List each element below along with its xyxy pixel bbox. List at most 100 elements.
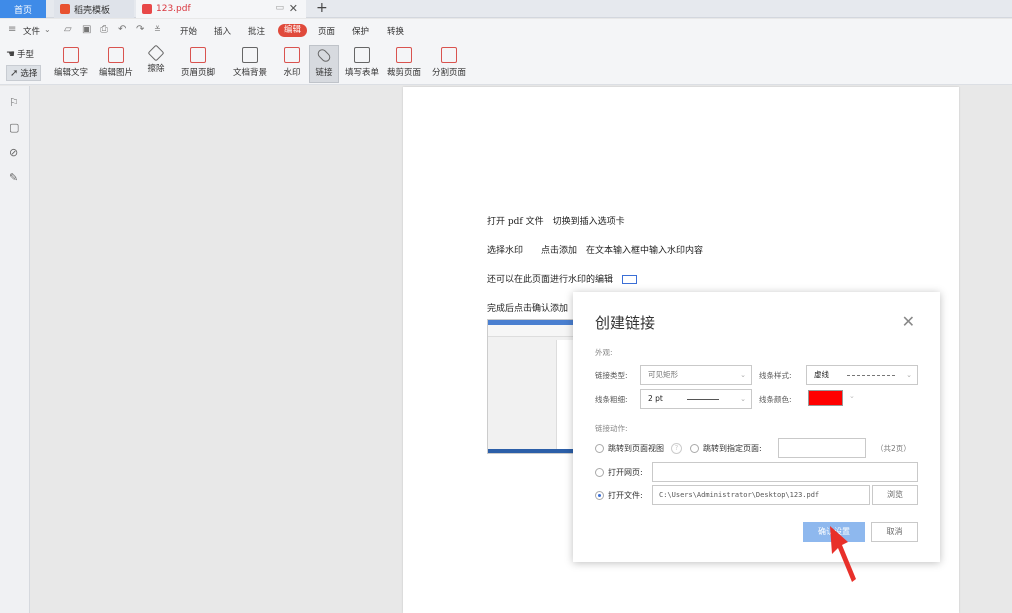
watermark-button[interactable]: 水印: [279, 45, 305, 83]
link-rectangle[interactable]: [622, 275, 637, 284]
dashed-line-preview: [847, 375, 895, 376]
edit-image-button[interactable]: 编辑图片: [96, 45, 136, 83]
line-color-swatch[interactable]: [808, 390, 843, 406]
tab-templates-label: 稻壳模板: [74, 5, 111, 16]
menu-start[interactable]: 开始: [180, 25, 197, 37]
goto-view-label: 跳转到页面视图: [608, 444, 664, 453]
open-file-label: 打开文件:: [608, 491, 643, 500]
cursor-icon: ➚: [10, 67, 19, 79]
open-web-label: 打开网页:: [608, 468, 643, 477]
crop-page-icon: [396, 47, 412, 63]
watermark-icon: [284, 47, 300, 63]
edit-text-label: 编辑文字: [53, 68, 88, 78]
thumbnail-icon[interactable]: ▢: [9, 122, 20, 133]
print-icon[interactable]: ⎙: [100, 24, 108, 35]
annotation-arrow-icon: [830, 526, 856, 582]
chevron-down-icon: ⌄: [906, 371, 912, 379]
help-icon[interactable]: ?: [671, 443, 682, 454]
doc-background-label: 文档背景: [232, 68, 267, 78]
url-input[interactable]: [652, 462, 918, 482]
goto-page-label: 跳转到指定页面:: [703, 444, 762, 453]
header-footer-icon: [190, 47, 206, 63]
tab-document-label: 123.pdf: [156, 4, 191, 14]
embedded-screenshot-image: [487, 319, 577, 454]
menu-protect[interactable]: 保护: [352, 25, 369, 37]
doc-line-1: 打开 pdf 文件 切换到插入选项卡: [487, 217, 625, 227]
edit-text-icon: [63, 47, 79, 63]
fill-form-button[interactable]: 填写表单: [344, 45, 380, 83]
hand-tool-label: 手型: [16, 50, 34, 60]
customize-icon[interactable]: ≚: [154, 25, 161, 34]
tab-templates[interactable]: 稻壳模板: [54, 0, 134, 18]
line-style-select[interactable]: 虚线 ⌄: [806, 365, 918, 385]
edit-image-icon: [108, 47, 124, 63]
hamburger-icon[interactable]: ≡: [8, 24, 16, 35]
pin-icon[interactable]: ▭: [275, 3, 284, 13]
line-width-label: 线条粗细:: [595, 395, 628, 404]
chevron-down-icon[interactable]: ⌄: [44, 25, 51, 34]
bookmark-icon[interactable]: ⚐: [9, 97, 20, 108]
link-type-select[interactable]: 可见矩形 ⌄: [640, 365, 752, 385]
signature-icon[interactable]: ✎: [9, 172, 20, 183]
header-footer-button[interactable]: 页眉页脚: [177, 45, 219, 83]
split-page-label: 分割页面: [431, 68, 466, 78]
open-web-radio[interactable]: [595, 468, 604, 477]
tab-home-label: 首页: [13, 5, 32, 16]
link-action-section-label: 链接动作:: [595, 424, 628, 433]
link-type-value: 可见矩形: [648, 370, 678, 379]
fill-form-label: 填写表单: [344, 68, 379, 78]
tab-bar: 首页 稻壳模板 123.pdf ▭ ✕ +: [0, 0, 1012, 18]
menu-insert[interactable]: 插入: [214, 25, 231, 37]
doc-line-2: 选择水印 点击添加 在文本输入框中输入水印内容: [487, 246, 704, 256]
line-width-select[interactable]: 2 pt ⌄: [640, 389, 752, 409]
edit-text-button[interactable]: 编辑文字: [52, 45, 90, 83]
line-width-value: 2 pt: [648, 394, 663, 403]
crop-page-label: 裁剪页面: [386, 68, 421, 78]
redo-icon[interactable]: ↷: [136, 24, 144, 35]
erase-button[interactable]: 擦除: [142, 44, 170, 83]
cancel-button[interactable]: 取消: [871, 522, 918, 542]
tab-home[interactable]: 首页: [0, 0, 46, 18]
link-type-label: 链接类型:: [595, 371, 628, 380]
save-icon[interactable]: ▣: [82, 24, 91, 35]
menu-comment[interactable]: 批注: [248, 25, 265, 37]
chevron-down-icon: ⌄: [740, 371, 746, 379]
undo-icon[interactable]: ↶: [118, 24, 126, 35]
split-page-button[interactable]: 分割页面: [430, 45, 468, 83]
erase-label: 擦除: [147, 64, 165, 74]
fill-form-icon: [354, 47, 370, 63]
dialog-close-icon[interactable]: ✕: [902, 312, 915, 331]
menu-page[interactable]: 页面: [318, 25, 335, 37]
eraser-icon: [147, 44, 165, 62]
create-link-dialog: 创建链接 ✕ 外观: 链接类型: 可见矩形 ⌄ 线条样式: 虚线 ⌄ 线条粗细:…: [573, 292, 940, 562]
goto-page-radio[interactable]: [690, 444, 699, 453]
file-path-input[interactable]: C:\Users\Administrator\Desktop\123.pdf: [652, 485, 870, 505]
appearance-section-label: 外观:: [595, 348, 613, 357]
left-sidebar: ⚐ ▢ ⊘ ✎: [0, 86, 30, 613]
link-label: 链接: [315, 68, 333, 78]
select-tool-button[interactable]: ➚ 选择: [6, 65, 42, 81]
doc-background-button[interactable]: 文档背景: [229, 45, 271, 83]
menu-file[interactable]: 文件: [23, 25, 40, 37]
menu-bar: ≡ 文件 ⌄ ▱ ▣ ⎙ ↶ ↷ ≚ 开始 插入 批注 编辑 页面 保护 转换: [0, 19, 1012, 43]
pdf-icon: [142, 4, 152, 14]
attachment-icon[interactable]: ⊘: [9, 147, 20, 158]
new-tab-button[interactable]: +: [316, 0, 328, 17]
crop-page-button[interactable]: 裁剪页面: [386, 45, 422, 83]
open-file-radio[interactable]: [595, 491, 604, 500]
browse-button[interactable]: 浏览: [872, 485, 918, 505]
chevron-down-icon[interactable]: ⌄: [849, 392, 855, 400]
hand-tool-button[interactable]: ☚ 手型: [6, 48, 34, 61]
goto-view-radio[interactable]: [595, 444, 604, 453]
menu-convert[interactable]: 转换: [387, 25, 404, 37]
link-button[interactable]: 链接: [309, 45, 339, 83]
menu-edit[interactable]: 编辑: [278, 24, 307, 37]
open-folder-icon[interactable]: ▱: [64, 24, 72, 35]
page-count-text: （共2页）: [876, 444, 911, 453]
page-number-input[interactable]: [778, 438, 866, 458]
chevron-down-icon: ⌄: [740, 395, 746, 403]
watermark-label: 水印: [283, 68, 301, 78]
doc-line-4: 完成后点击确认添加: [487, 304, 569, 314]
tab-document[interactable]: 123.pdf ▭ ✕: [136, 0, 306, 18]
close-tab-icon[interactable]: ✕: [289, 2, 298, 15]
